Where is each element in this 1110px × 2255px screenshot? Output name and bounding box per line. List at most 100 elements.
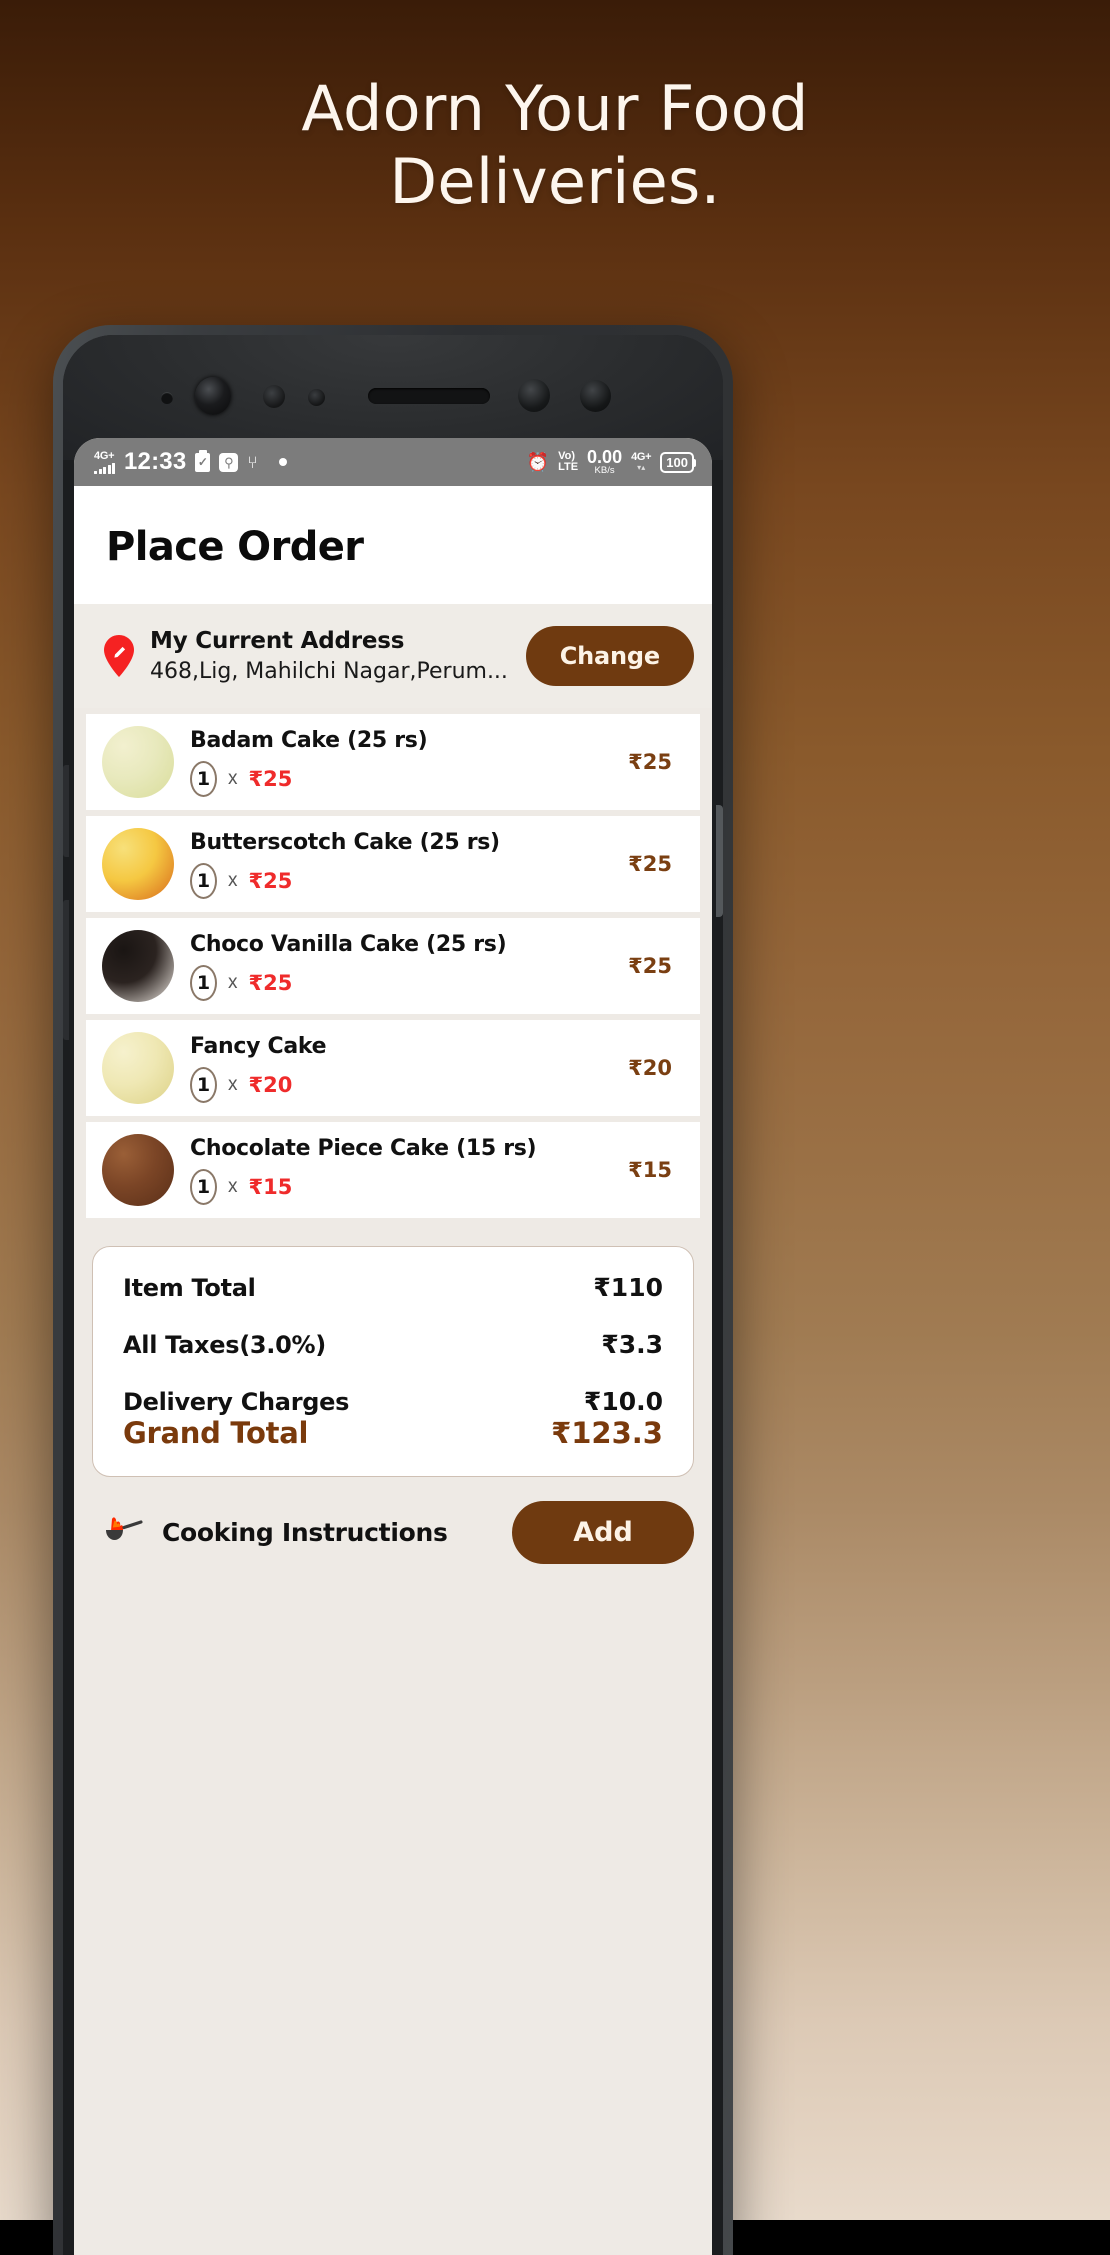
cart-item-details: Butterscotch Cake (25 rs) 1 x ₹25 [190,830,612,899]
totals-row-value: ₹110 [593,1273,663,1302]
cart-item-name: Fancy Cake [190,1033,327,1059]
multiply-symbol: x [228,767,238,789]
cooking-instructions-label: Cooking Instructions [162,1518,448,1547]
totals-row-value: ₹10.0 [583,1387,663,1416]
multiply-symbol: x [228,869,238,891]
change-address-button[interactable]: Change [525,626,694,686]
cart-item-details: Choco Vanilla Cake (25 rs) 1 x ₹25 [190,932,612,1001]
volte-bottom-label: LTE [558,461,579,473]
signal-triangle-icon: ▾▴ [637,463,646,472]
cart-item-name: Butterscotch Cake (25 rs) [190,829,500,855]
cart-item-qty-row: 1 x ₹25 [190,964,612,1001]
grand-total-value: ₹123.3 [551,1416,663,1450]
cart-item-quantity[interactable]: 1 [190,760,217,797]
cart-item-line-total: ₹15 [628,1158,672,1182]
phone-body: 4G+ 12:33 ✓ ⚲ ⑂ ⏰ Vo) LTE 0.00 KB/s 4G+ … [63,335,723,2255]
phone-screen: 4G+ 12:33 ✓ ⚲ ⑂ ⏰ Vo) LTE 0.00 KB/s 4G+ … [74,438,712,2255]
totals-row: Delivery Charges ₹10.0 [123,1387,663,1416]
front-camera-icon [195,377,231,415]
multiply-symbol: x [228,1175,238,1197]
secondary-camera-icon [518,379,550,412]
add-button[interactable]: Add [512,1501,694,1564]
cart-item-row[interactable]: Chocolate Piece Cake (15 rs) 1 x ₹15 ₹15 [86,1122,700,1218]
clipboard-check-icon: ✓ [195,449,211,472]
hero-headline-line-2: Deliveries. [389,145,721,219]
proximity-sensor-icon [263,385,285,408]
light-sensor-icon [308,389,325,406]
cart-item-name: Choco Vanilla Cake (25 rs) [190,931,507,957]
alarm-clock-icon: ⏰ [526,452,550,472]
cart-item-line-total: ₹25 [628,954,672,978]
cart-item-row[interactable]: Butterscotch Cake (25 rs) 1 x ₹25 ₹25 [86,816,700,912]
cart-item-thumbnail [102,930,174,1002]
totals-row-label: All Taxes(3.0%) [123,1330,326,1359]
cart-item-qty-row: 1 x ₹25 [190,862,612,899]
network-right-plus-label: + [645,451,652,463]
power-button[interactable] [716,805,723,917]
cart-item-unit-price: ₹25 [248,868,293,893]
address-title: My Current Address [150,628,405,654]
volte-icon: Vo) LTE [558,450,579,474]
cart-item-unit-price: ₹20 [248,1072,293,1097]
cart-item-thumbnail [102,1134,174,1206]
totals-row: All Taxes(3.0%) ₹3.3 [123,1330,663,1359]
cart-item-quantity[interactable]: 1 [190,1168,217,1205]
cart-item-unit-price: ₹15 [248,1174,293,1199]
totals-row-label: Item Total [123,1273,256,1302]
cart-item-line-total: ₹20 [628,1056,672,1080]
android-debug-icon: ⚲ [219,452,239,472]
status-bar-clock: 12:33 [124,448,187,475]
cart-item-row[interactable]: Choco Vanilla Cake (25 rs) 1 x ₹25 ₹25 [86,918,700,1014]
app-header: Place Order [74,486,712,604]
page-title: Place Order [106,524,364,570]
cart-item-thumbnail [102,1032,174,1104]
totals-row: Item Total ₹110 [123,1273,663,1302]
grand-total-label: Grand Total [123,1416,309,1450]
cart-item-thumbnail [102,726,174,798]
totals-card: Item Total ₹110 All Taxes(3.0%) ₹3.3 Deliver… [92,1246,694,1477]
cart-item-name: Badam Cake (25 rs) [190,727,428,753]
cart-item-quantity[interactable]: 1 [190,862,217,899]
cart-item-unit-price: ₹25 [248,766,293,791]
battery-indicator: 100 [660,451,696,473]
recording-dot-icon [278,458,287,466]
address-text-block: My Current Address 468,Lig, Mahilchi Nag… [150,628,510,684]
cart-item-row[interactable]: Badam Cake (25 rs) 1 x ₹25 ₹25 [86,714,700,810]
totals-row-label: Delivery Charges [123,1387,350,1416]
cart-item-quantity[interactable]: 1 [190,964,217,1001]
cart-item-qty-row: 1 x ₹20 [190,1066,612,1103]
flaming-pan-icon [102,1513,146,1553]
address-section[interactable]: My Current Address 468,Lig, Mahilchi Nag… [74,604,712,708]
network-right-label: 4G [631,451,646,463]
data-rate-indicator: 0.00 KB/s [587,446,623,477]
data-rate-value: 0.00 [587,446,623,467]
cart-item-quantity[interactable]: 1 [190,1066,217,1103]
data-rate-unit: KB/s [594,465,615,477]
cart-item-unit-price: ₹25 [248,970,293,995]
sensor-icon [161,392,173,404]
cart-item-details: Fancy Cake 1 x ₹20 [190,1034,612,1103]
cart-item-thumbnail [102,828,174,900]
multiply-symbol: x [228,971,238,993]
network-type-label: 4G [94,449,109,462]
grand-total-row: Grand Total ₹123.3 [123,1416,663,1450]
signal-strength-icon: 4G+ [94,449,115,474]
volume-down-button[interactable] [63,900,69,1040]
cart-item-line-total: ₹25 [628,852,672,876]
status-bar-right: ⏰ Vo) LTE 0.00 KB/s 4G+ ▾▴ 100 [526,446,696,477]
network-plus-label: + [108,449,115,462]
cart-item-qty-row: 1 x ₹15 [190,1168,612,1205]
secondary-signal-icon: 4G+ ▾▴ [631,451,652,472]
cart-item-list: Badam Cake (25 rs) 1 x ₹25 ₹25 Butterscotch C… [74,708,712,1218]
usb-icon: ⑂ [247,452,258,472]
cart-item-qty-row: 1 x ₹25 [190,760,612,797]
status-bar-left: 4G+ 12:33 ✓ ⚲ ⑂ [94,448,287,476]
tertiary-camera-icon [580,380,611,412]
hero-headline-line-1: Adorn Your Food [301,72,809,145]
phone-mockup: 4G+ 12:33 ✓ ⚲ ⑂ ⏰ Vo) LTE 0.00 KB/s 4G+ … [53,325,733,2255]
location-pin-edit-icon [104,635,134,677]
cart-item-details: Badam Cake (25 rs) 1 x ₹25 [190,728,612,797]
cart-item-row[interactable]: Fancy Cake 1 x ₹20 ₹20 [86,1020,700,1116]
volume-up-button[interactable] [63,765,69,857]
multiply-symbol: x [228,1073,238,1095]
